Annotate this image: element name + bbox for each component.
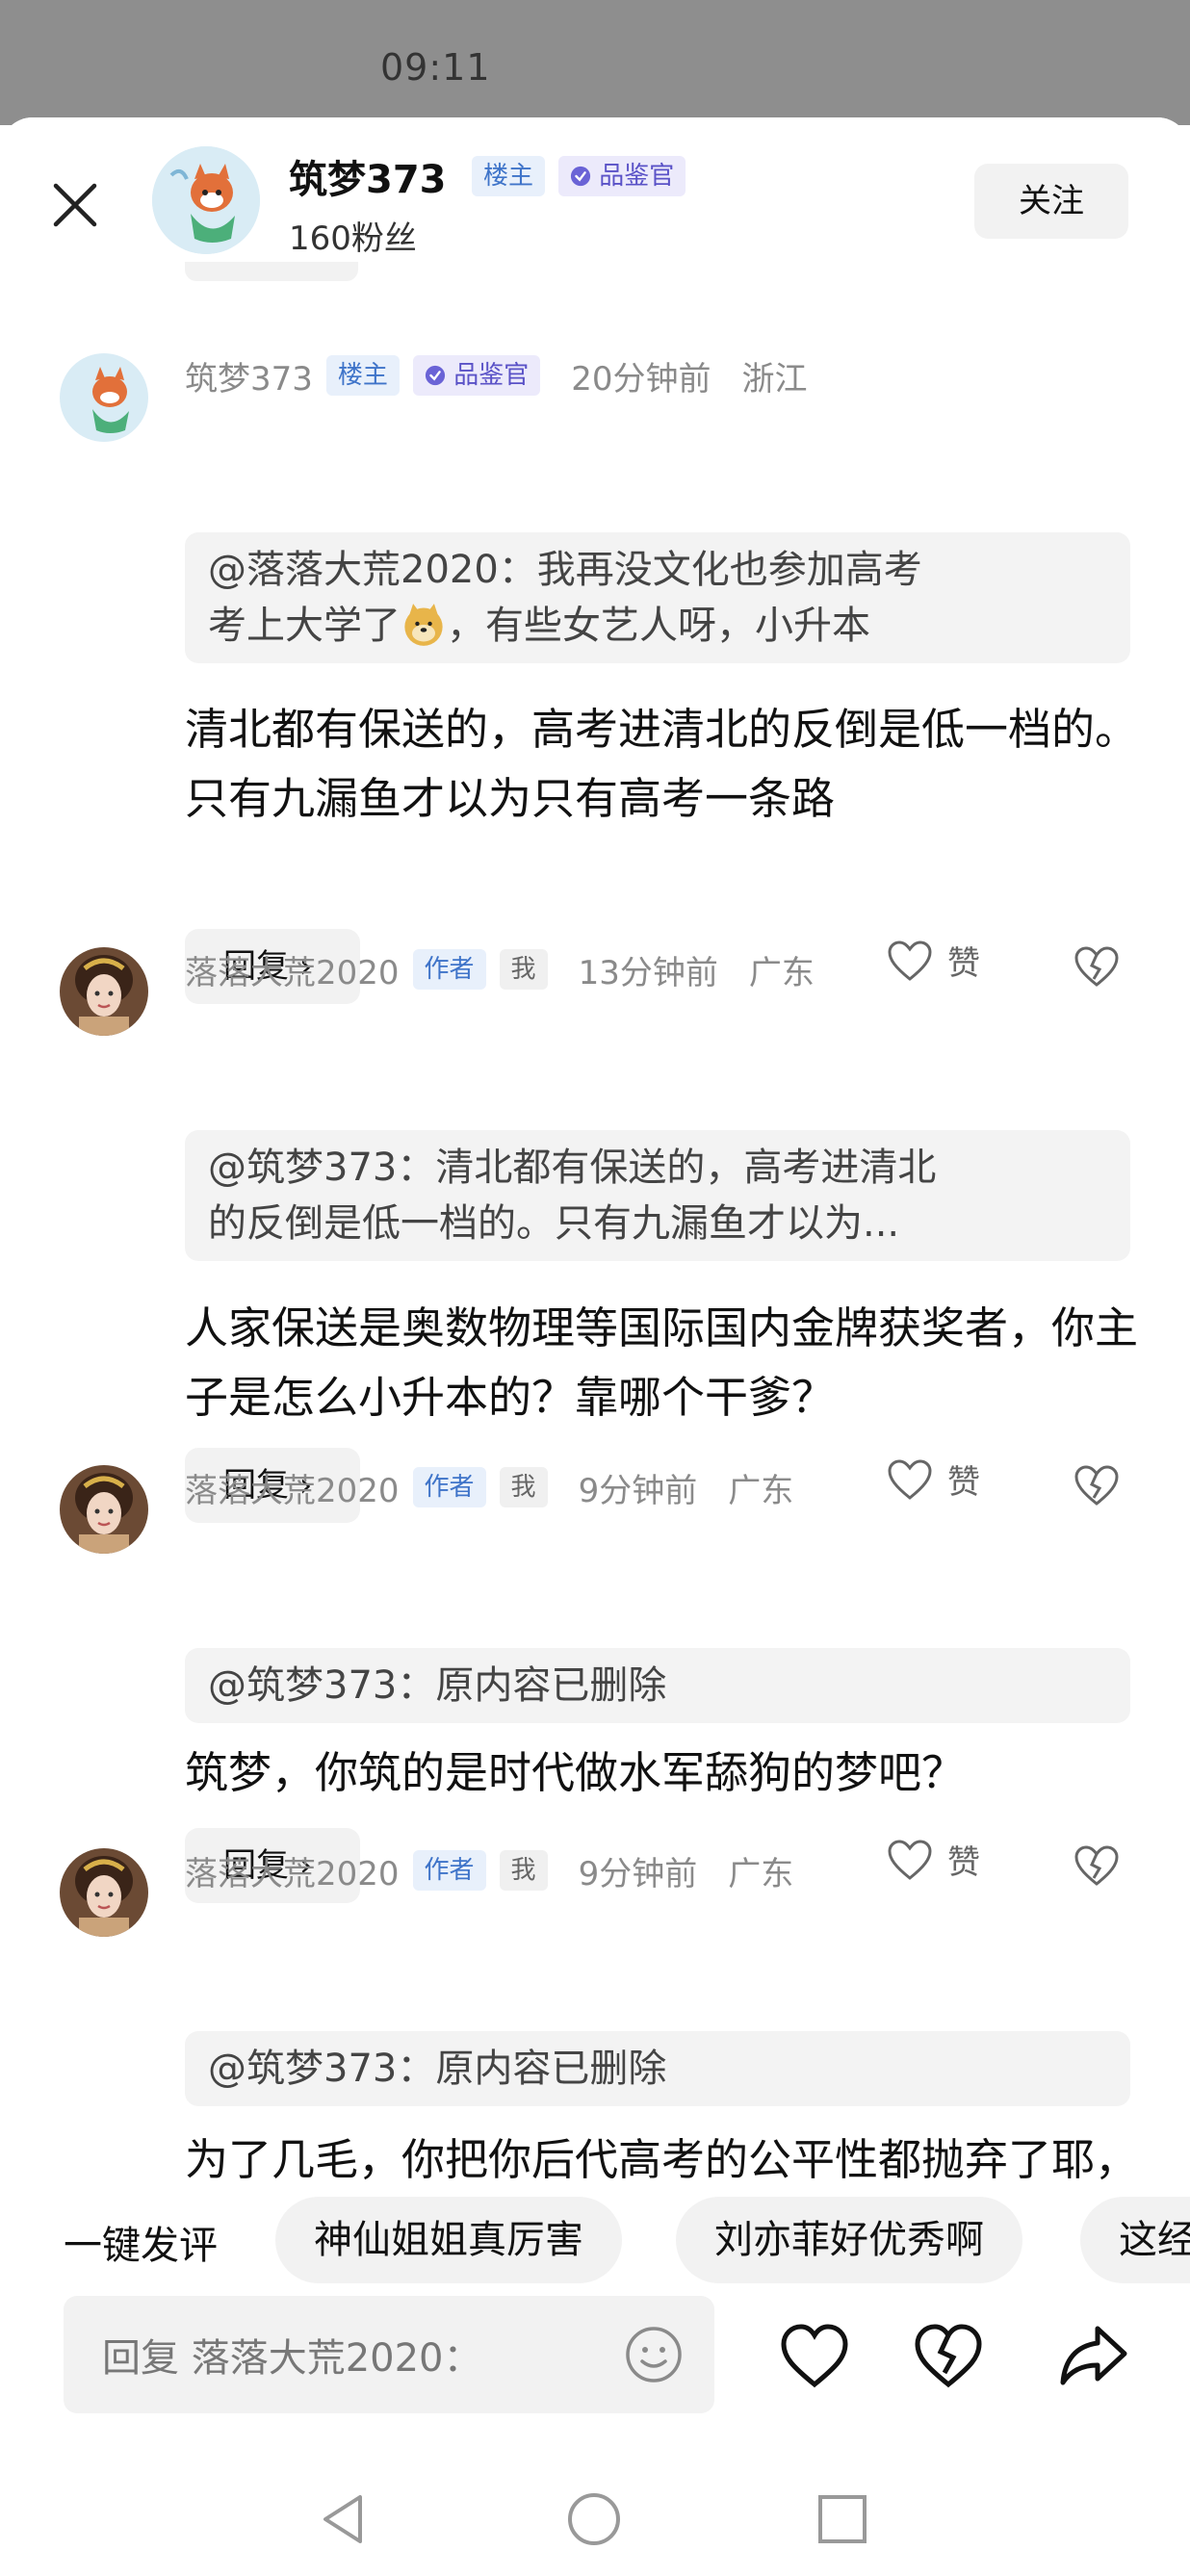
reply-input[interactable]: 回复 落落大荒2020： [64, 2296, 714, 2413]
heart-icon[interactable] [776, 2317, 853, 2394]
author-badge: 作者 [412, 949, 486, 990]
comment-location: 广东 [728, 1471, 794, 1510]
quoted-comment[interactable]: @落落大荒2020：我再没文化也参加高考 考上大学了 ，有些女艺人呀，小升本 [185, 532, 1130, 663]
comment-meta: 落落大荒2020 作者 我 9分钟前 广东 [185, 1848, 793, 1893]
quoted-comment[interactable]: @筑梦373：原内容已删除 [185, 1648, 1130, 1723]
owner-badge: 楼主 [325, 355, 400, 396]
doge-emoji-icon [404, 604, 443, 646]
follow-button[interactable]: 关注 [974, 164, 1128, 239]
broken-heart-icon[interactable] [1073, 942, 1121, 991]
broken-heart-icon[interactable] [1073, 1842, 1121, 1890]
comment-username[interactable]: 筑梦373 [185, 352, 313, 399]
nav-recent-icon[interactable] [811, 2487, 874, 2551]
comment-location: 广东 [748, 953, 815, 992]
nav-back-icon[interactable] [314, 2487, 377, 2551]
header-username[interactable]: 筑梦373 [289, 148, 447, 204]
quoted-comment[interactable]: @筑梦373：原内容已删除 [185, 2031, 1130, 2106]
comment-location: 广东 [728, 1854, 794, 1893]
me-badge: 我 [499, 1467, 548, 1507]
quick-comment-chip[interactable]: 神仙姐姐真厉害 [275, 2197, 622, 2283]
owner-badge: 楼主 [472, 156, 546, 196]
comment-avatar[interactable] [60, 1848, 148, 1937]
verified-icon [425, 365, 446, 386]
reply-input-bar: 回复 落落大荒2020： [0, 2296, 1190, 2416]
close-icon[interactable] [50, 180, 100, 230]
comment-text: 人家保送是奥数物理等国际国内金牌获奖者，你主子是怎么小升本的？靠哪个干爹？ [185, 1302, 1139, 1423]
nav-home-icon[interactable] [562, 2487, 626, 2551]
me-badge: 我 [499, 949, 548, 990]
quick-comment-bar: 一键发评 神仙姐姐真厉害 刘亦菲好优秀啊 这经 [0, 2185, 1190, 2291]
comment-meta: 筑梦373 楼主 品鉴官 20分钟前 浙江 [185, 352, 808, 399]
like-button[interactable]: 赞 [886, 1836, 980, 1883]
comment-username[interactable]: 落落大荒2020 [185, 1847, 400, 1894]
comment-time: 20分钟前 [571, 359, 711, 399]
comment-time: 13分钟前 [578, 953, 718, 992]
header-fans-count: 160粉丝 [289, 219, 417, 258]
connoisseur-badge: 品鉴官 [558, 156, 686, 196]
broken-heart-icon[interactable] [910, 2317, 987, 2394]
quick-comment-label: 一键发评 [64, 2224, 218, 2268]
comment-username[interactable]: 落落大荒2020 [185, 1464, 400, 1511]
comment-avatar[interactable] [60, 1465, 148, 1554]
header-avatar[interactable] [152, 146, 260, 254]
heart-icon [888, 1458, 932, 1500]
scrolled-stub [185, 262, 358, 281]
quick-comment-chip[interactable]: 这经 [1080, 2197, 1190, 2283]
header-badges: 楼主 品鉴官 [472, 156, 686, 196]
comment-time: 9分钟前 [578, 1854, 698, 1893]
comment-text: 筑梦，你筑的是时代做水军舔狗的梦吧？ [185, 1747, 966, 1798]
heart-icon [888, 1839, 932, 1880]
status-time: 09:11 [380, 46, 491, 89]
connoisseur-badge: 品鉴官 [412, 355, 541, 396]
comment-time: 9分钟前 [578, 1471, 698, 1510]
author-badge: 作者 [412, 1467, 486, 1507]
heart-icon [888, 940, 932, 981]
comment-location: 浙江 [741, 359, 808, 399]
author-badge: 作者 [412, 1850, 486, 1891]
comment-meta: 落落大荒2020 作者 我 9分钟前 广东 [185, 1464, 794, 1511]
broken-heart-icon[interactable] [1073, 1461, 1121, 1509]
sheet-header: 筑梦373 楼主 品鉴官 160粉丝 关注 [0, 117, 1190, 281]
system-nav-bar [0, 2474, 1190, 2576]
comment-meta: 落落大荒2020 作者 我 13分钟前 广东 [185, 947, 815, 992]
verified-icon [570, 166, 591, 187]
me-badge: 我 [499, 1850, 548, 1891]
comment-username[interactable]: 落落大荒2020 [185, 946, 400, 993]
status-bar: 09:11 [0, 0, 1190, 125]
comment-sheet: 筑梦373 楼主 品鉴官 160粉丝 关注 筑梦373 楼主 品鉴官 20分钟前… [0, 117, 1190, 2576]
comment-avatar[interactable] [60, 947, 148, 1036]
comment-avatar[interactable] [60, 353, 148, 442]
emoji-icon[interactable] [624, 2325, 684, 2384]
comment-text: 清北都有保送的，高考进清北的反倒是低一档的。只有九漏鱼才以为只有高考一条路 [185, 704, 1139, 824]
quick-comment-chip[interactable]: 刘亦菲好优秀啊 [676, 2197, 1022, 2283]
share-icon[interactable] [1055, 2317, 1132, 2394]
reply-input-placeholder: 回复 落落大荒2020： [102, 2336, 482, 2381]
like-button[interactable]: 赞 [886, 1455, 980, 1503]
like-button[interactable]: 赞 [886, 937, 980, 984]
quoted-comment[interactable]: @筑梦373：清北都有保送的，高考进清北 的反倒是低一档的。只有九漏鱼才以为..… [185, 1130, 1130, 1261]
